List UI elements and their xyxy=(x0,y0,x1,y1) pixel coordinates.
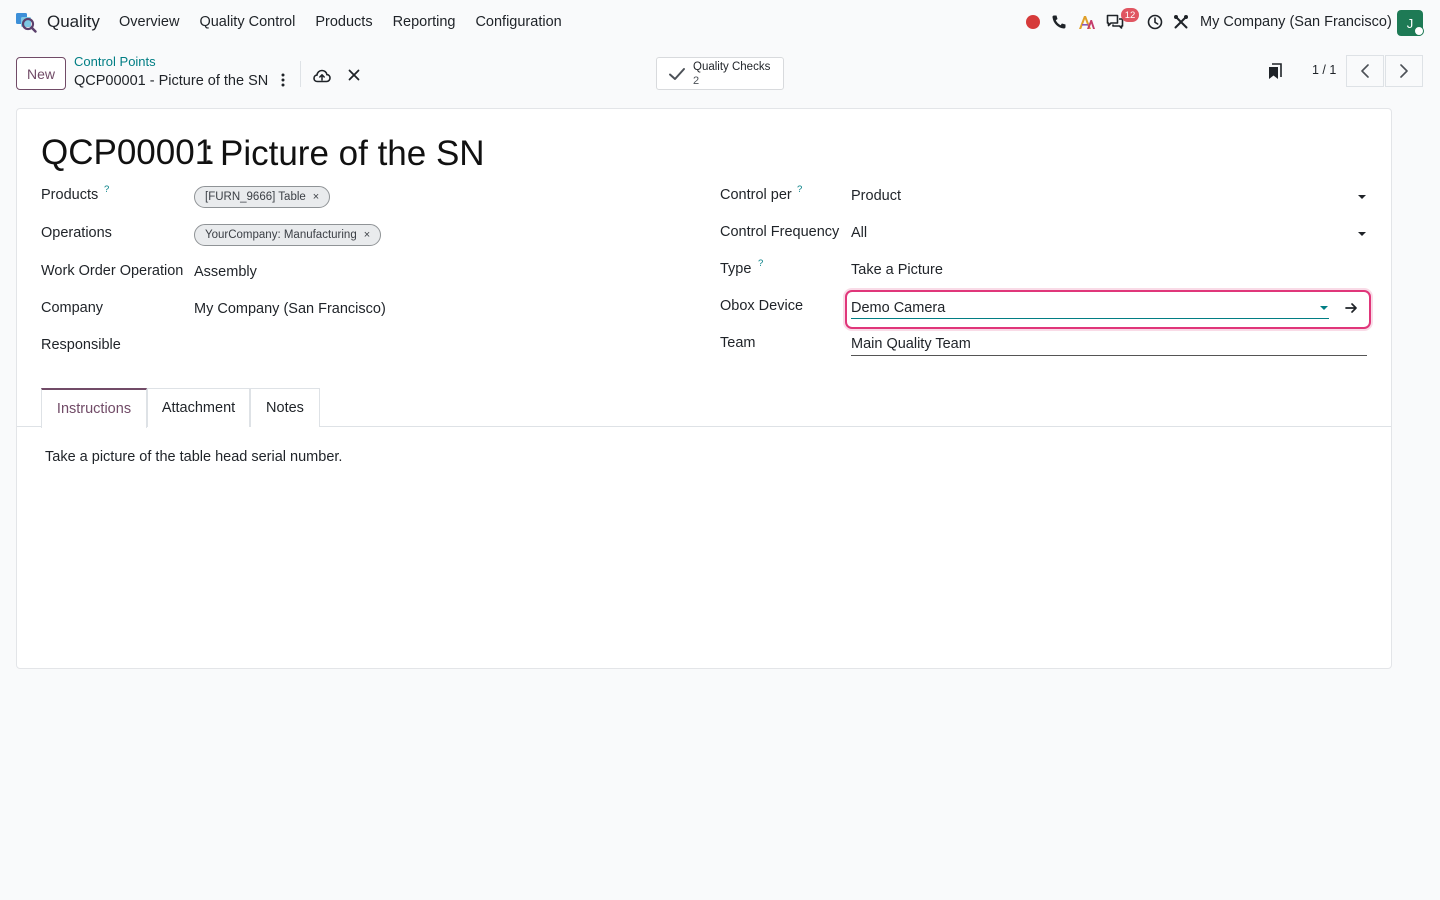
control-frequency-label: Control Frequency xyxy=(720,224,840,240)
breadcrumb-current-record: QCP00001 - Picture of the SN xyxy=(74,73,269,89)
remove-tag-icon[interactable]: × xyxy=(313,191,319,203)
quality-checks-smart-button[interactable]: Quality Checks 2 xyxy=(656,57,784,90)
pager-previous-button[interactable] xyxy=(1346,55,1384,87)
team-label: Team xyxy=(720,335,756,351)
operation-tag: YourCompany: Manufacturing × xyxy=(194,224,382,246)
pager-next-button[interactable] xyxy=(1385,55,1423,87)
control-panel-divider xyxy=(300,61,301,87)
new-button[interactable]: New xyxy=(16,57,66,90)
control-frequency-select[interactable]: All xyxy=(851,225,867,241)
products-label: Products xyxy=(41,187,99,203)
phone-icon[interactable] xyxy=(1050,13,1068,31)
menu-quality-control[interactable]: Quality Control xyxy=(199,14,295,30)
smart-button-title: Quality Checks xyxy=(693,61,771,73)
control-per-select[interactable]: Product xyxy=(851,188,901,204)
internal-link-arrow-icon[interactable] xyxy=(1343,300,1359,316)
work-order-operation-field[interactable]: Assembly xyxy=(194,264,257,280)
responsible-label: Responsible xyxy=(41,337,121,353)
menu-overview[interactable]: Overview xyxy=(119,14,179,30)
caret-down-icon[interactable] xyxy=(1358,195,1366,199)
tab-notes[interactable]: Notes xyxy=(250,388,320,427)
check-icon xyxy=(669,68,685,80)
obox-device-input[interactable] xyxy=(851,297,1329,319)
bookmark-icon[interactable] xyxy=(1266,62,1284,80)
save-cloud-icon[interactable] xyxy=(313,67,331,85)
operations-label: Operations xyxy=(41,225,112,241)
presence-status-icon xyxy=(1414,26,1424,36)
company-field[interactable]: My Company (San Francisco) xyxy=(194,301,386,317)
dropdown-caret-icon[interactable] xyxy=(1320,306,1328,310)
type-help-icon[interactable]: ? xyxy=(758,258,763,269)
menu-products[interactable]: Products xyxy=(315,14,372,30)
obox-device-label: Obox Device xyxy=(720,298,804,314)
chevron-right-icon xyxy=(1400,64,1408,78)
menu-configuration[interactable]: Configuration xyxy=(475,14,561,30)
operation-tag-label: YourCompany: Manufacturing xyxy=(205,229,357,241)
instructions-content[interactable]: Take a picture of the table head serial … xyxy=(45,449,342,465)
smart-button-count: 2 xyxy=(693,75,700,87)
caret-down-icon[interactable] xyxy=(1358,232,1366,236)
tab-attachment[interactable]: Attachment xyxy=(147,388,250,427)
main-menu: Overview Quality Control Products Report… xyxy=(119,14,582,30)
products-help-icon[interactable]: ? xyxy=(104,184,109,195)
top-navbar: Quality Overview Quality Control Product… xyxy=(0,0,1440,46)
discard-close-icon[interactable] xyxy=(346,67,362,83)
tools-icon[interactable] xyxy=(1172,13,1190,31)
breadcrumb-control-points[interactable]: Control Points xyxy=(74,54,156,69)
chevron-left-icon xyxy=(1361,64,1369,78)
record-reference: QCP00001 xyxy=(41,133,215,172)
work-order-operation-label: Work Order Operation xyxy=(41,263,184,279)
app-name[interactable]: Quality xyxy=(47,12,100,32)
quality-app-icon[interactable] xyxy=(15,11,37,33)
product-tag-label: [FURN_9666] Table xyxy=(205,191,306,203)
menu-reporting[interactable]: Reporting xyxy=(393,14,456,30)
team-field[interactable]: Main Quality Team xyxy=(851,336,971,352)
company-switcher[interactable]: My Company (San Francisco) xyxy=(1200,14,1392,30)
record-name-field[interactable]: Picture of the SN xyxy=(220,134,485,174)
product-tag: [FURN_9666] Table × xyxy=(194,186,331,208)
type-field[interactable]: Take a Picture xyxy=(851,262,943,278)
notification-badge: 12 xyxy=(1121,8,1139,22)
record-icon[interactable] xyxy=(1024,13,1042,31)
control-per-help-icon[interactable]: ? xyxy=(797,184,802,195)
actions-menu-icon[interactable] xyxy=(276,72,290,88)
type-label: Type xyxy=(720,261,752,277)
control-per-label: Control per xyxy=(720,187,792,203)
company-label: Company xyxy=(41,300,104,316)
ai-icon[interactable] xyxy=(1078,13,1096,31)
remove-tag-icon[interactable]: × xyxy=(364,229,370,241)
title-separator: : xyxy=(204,133,214,172)
tab-instructions[interactable]: Instructions xyxy=(41,388,147,428)
team-field-underline xyxy=(851,355,1367,356)
pager-value[interactable]: 1 / 1 xyxy=(1312,63,1336,77)
clock-icon[interactable] xyxy=(1146,13,1164,31)
